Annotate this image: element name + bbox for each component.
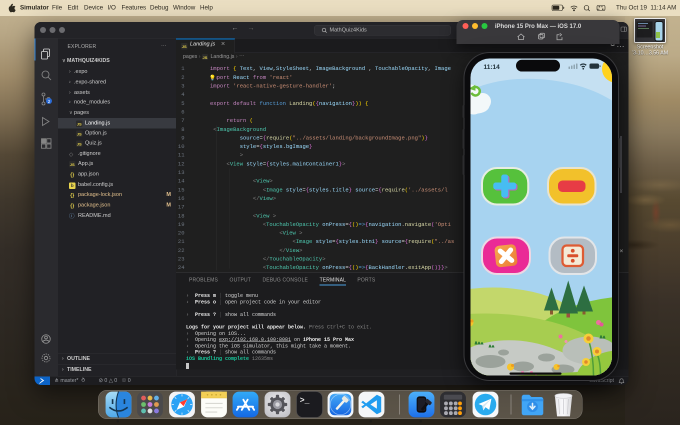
svg-text:11:14: 11:14 (484, 64, 501, 71)
svg-text:>_: >_ (300, 396, 310, 405)
